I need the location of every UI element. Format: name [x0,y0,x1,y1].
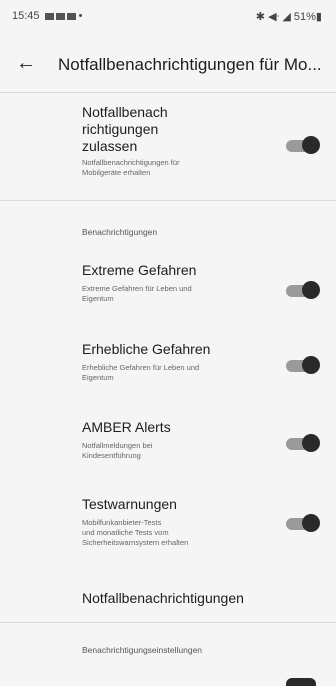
setting-subtitle-line: Sicherheitswarnsystem erhalten [82,538,189,547]
setting-row-test-alerts[interactable]: Testwarnungen Mobilfunkanbieter-Tests un… [0,496,336,566]
section-header-notifications: Benachrichtigungen [82,227,158,237]
setting-row-extreme-threats[interactable]: Extreme Gefahren Extreme Gefahren für Le… [0,262,336,322]
master-toggle[interactable] [286,136,320,154]
setting-subtitle: Extreme Gefahren für Leben und Eigentum [82,284,252,304]
severe-threats-toggle[interactable] [286,356,320,374]
setting-subtitle: Notfallmeldungen bei Kindesentführung [82,441,252,461]
test-alerts-toggle[interactable] [286,514,320,532]
setting-subtitle-line: Mobilfunkanbieter-Tests [82,518,162,527]
toggle-thumb [302,434,320,452]
partial-toggle[interactable] [286,678,316,686]
master-subtitle-line: Mobilgeräte erhalten [82,168,151,177]
toggle-thumb [302,356,320,374]
setting-title: AMBER Alerts [82,419,171,435]
setting-subtitle-line: Kindesentführung [82,451,141,460]
setting-subtitle-line: Eigentum [82,294,114,303]
status-dot: • [78,10,83,22]
page-title: Notfallbenachrichtigungen für Mo... [58,55,322,74]
setting-subtitle-line: Extreme Gefahren für Leben und [82,284,192,293]
setting-row-severe-threats[interactable]: Erhebliche Gefahren Erhebliche Gefahren … [0,341,336,401]
amber-alerts-toggle[interactable] [286,434,320,452]
setting-subtitle-line: Erhebliche Gefahren für Leben und [82,363,200,372]
master-title-line: richtigungen [82,121,159,137]
status-bar: 15:45 • ✱ ◀ᐧ ◢ 51%▮ [0,0,336,32]
status-left: 15:45 • [12,10,83,22]
master-subtitle: Notfallbenachrichtigungen für Mobilgerät… [82,158,252,178]
setting-title: Erhebliche Gefahren [82,341,211,357]
mail-icon [66,12,76,20]
setting-subtitle-line: Notfallmeldungen bei [82,441,153,450]
back-arrow-icon[interactable]: ← [14,52,38,76]
master-title-line: zulassen [82,138,138,154]
setting-subtitle-line: Eigentum [82,373,114,382]
setting-subtitle-line: und monatliche Tests vom [82,528,169,537]
divider [0,200,336,201]
setting-subtitle: Erhebliche Gefahren für Leben und Eigent… [82,363,252,383]
master-subtitle-line: Notfallbenachrichtigungen für [82,158,180,167]
master-title-line: Notfallbenach [82,104,168,120]
toggle-thumb [302,514,320,532]
status-time: 15:45 [12,10,40,22]
setting-row-amber-alerts[interactable]: AMBER Alerts Notfallmeldungen bei Kindes… [0,419,336,479]
master-toggle-row[interactable]: Notfallbenach richtigungen zulassen Notf… [0,104,336,190]
divider [0,622,336,623]
toggle-thumb [302,281,320,299]
section-header-notification-settings: Benachrichtigungseinstellungen [82,645,203,655]
status-right: ✱ ◀ᐧ ◢ 51%▮ [255,11,322,23]
mail-icon [55,12,65,20]
extreme-threats-toggle[interactable] [286,281,320,299]
master-title: Notfallbenach richtigungen zulassen [82,104,252,155]
setting-title: Extreme Gefahren [82,262,197,278]
setting-title: Testwarnungen [82,496,177,512]
emergency-alert-history-item[interactable]: Notfallbenachrichtigungen [82,590,244,606]
notification-icon [44,12,54,20]
app-bar: ← Notfallbenachrichtigungen für Mo... [0,42,336,86]
toggle-thumb [302,136,320,154]
setting-subtitle: Mobilfunkanbieter-Tests und monatliche T… [82,518,252,548]
divider [0,92,336,93]
